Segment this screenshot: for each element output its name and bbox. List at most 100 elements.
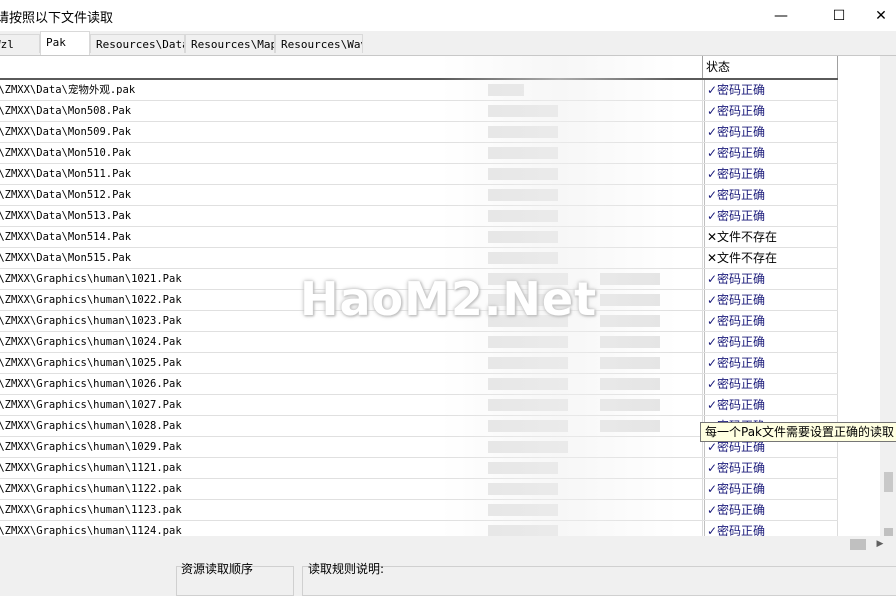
status-cell: ✓密码正确 — [704, 185, 837, 205]
redacted-cell — [488, 189, 558, 201]
file-path-cell: E\ZMXX\Data\Mon510.Pak — [0, 147, 132, 159]
status-cell: ✓密码正确 — [704, 500, 837, 520]
table-row[interactable]: E\ZMXX\Data\Mon511.Pak ✓密码正确 — [0, 164, 838, 185]
maximize-button[interactable]: ☐ — [816, 0, 862, 31]
redacted-cell — [488, 84, 500, 96]
redacted-cell — [600, 378, 660, 390]
tab-resources-data-label: Resources\Data — [96, 38, 185, 51]
file-path-cell: E\ZMXX\Data\宠物外观.pak — [0, 84, 136, 96]
redacted-cell — [488, 336, 568, 348]
redacted-cell — [488, 483, 558, 495]
rules-group-label: 读取规则说明: — [308, 562, 385, 576]
file-path-cell: E\ZMXX\Graphics\human\1027.Pak — [0, 399, 182, 411]
file-path-cell: E\ZMXX\Graphics\human\1024.Pak — [0, 336, 182, 348]
header-separator[interactable] — [837, 56, 838, 78]
file-path-cell: E\ZMXX\Graphics\human\1029.Pak — [0, 441, 182, 453]
list-header: 状态 — [0, 56, 838, 80]
status-cell: ✓密码正确 — [704, 122, 837, 142]
order-group-label: 资源读取顺序 — [181, 562, 254, 576]
status-cell: ✓密码正确 — [704, 374, 837, 394]
table-row[interactable]: E\ZMXX\Data\Mon508.Pak ✓密码正确 — [0, 101, 838, 122]
file-path-cell: E\ZMXX\Data\Mon515.Pak — [0, 252, 132, 264]
table-row[interactable]: E\ZMXX\Data\Mon514.Pak ✕文件不存在 — [0, 227, 838, 248]
status-cell: ✓密码正确 — [704, 479, 837, 499]
window-title: 请按照以下文件读取 — [0, 11, 114, 26]
redacted-cell — [488, 168, 558, 180]
hscroll-thumb[interactable] — [850, 539, 866, 550]
redacted-cell — [488, 357, 568, 369]
tab-resources-data[interactable]: Resources\Data — [90, 34, 185, 53]
file-path-cell: E\ZMXX\Graphics\human\1123.pak — [0, 504, 182, 516]
status-cell: ✕文件不存在 — [704, 248, 837, 268]
table-row[interactable]: E\ZMXX\Graphics\human\1021.Pak ✓密码正确 — [0, 269, 838, 290]
table-row[interactable]: E\ZMXX\Graphics\human\1022.Pak ✓密码正确 — [0, 290, 838, 311]
table-row[interactable]: E\ZMXX\Data\Mon515.Pak ✕文件不存在 — [0, 248, 838, 269]
horizontal-scrollbar[interactable]: ▶ — [0, 536, 896, 553]
redacted-cell — [488, 231, 558, 243]
redacted-cell — [600, 336, 660, 348]
file-path-cell: E\ZMXX\Data\Mon508.Pak — [0, 105, 132, 117]
redacted-cell — [600, 399, 660, 411]
redacted-cell — [488, 273, 568, 285]
status-cell: ✓密码正确 — [704, 332, 837, 352]
redacted-cell — [488, 441, 568, 453]
tab-strip: Wzl Pak Resources\Data Resources\Map Res… — [0, 31, 896, 55]
bottom-panel: 资源读取顺序 读取规则说明: — [0, 552, 896, 596]
redacted-cell — [488, 504, 558, 516]
table-row[interactable]: E\ZMXX\Graphics\human\1025.Pak ✓密码正确 — [0, 353, 838, 374]
status-cell: ✕文件不存在 — [704, 227, 837, 247]
table-row[interactable]: E\ZMXX\Graphics\human\1122.pak ✓密码正确 — [0, 479, 838, 500]
file-path-cell: E\ZMXX\Graphics\human\1022.Pak — [0, 294, 182, 306]
file-path-cell: E\ZMXX\Data\Mon511.Pak — [0, 168, 132, 180]
tab-wzl[interactable]: Wzl — [0, 34, 40, 53]
status-column-header[interactable]: 状态 — [703, 56, 837, 78]
table-row[interactable]: E\ZMXX\Graphics\human\1027.Pak ✓密码正确 — [0, 395, 838, 416]
status-cell: ✓密码正确 — [704, 353, 837, 373]
table-row[interactable]: E\ZMXX\Graphics\human\1026.Pak ✓密码正确 — [0, 374, 838, 395]
status-cell: ✓密码正确 — [704, 290, 837, 310]
table-row[interactable]: E\ZMXX\Graphics\human\1123.pak ✓密码正确 — [0, 500, 838, 521]
vertical-scrollbar[interactable] — [880, 56, 896, 540]
redacted-cell — [600, 273, 660, 285]
file-path-cell: E\ZMXX\Graphics\human\1025.Pak — [0, 357, 182, 369]
rules-group — [302, 566, 896, 596]
redacted-cell — [600, 315, 660, 327]
file-path-cell: E\ZMXX\Data\Mon509.Pak — [0, 126, 132, 138]
status-cell: ✓密码正确 — [704, 311, 837, 331]
table-row[interactable]: E\ZMXX\Graphics\human\1121.pak ✓密码正确 — [0, 458, 838, 479]
maximize-icon: ☐ — [832, 7, 846, 24]
pak-file-list[interactable]: 状态 E\ZMXX\Data\宠物外观.pak ✓密码正确 E\ZMXX\Data\… — [0, 55, 896, 553]
redacted-cell — [488, 378, 568, 390]
minimize-button[interactable]: — — [758, 0, 804, 31]
table-row[interactable]: E\ZMXX\Graphics\human\1023.Pak ✓密码正确 — [0, 311, 838, 332]
tab-pak-label: Pak — [46, 36, 66, 49]
redacted-cell — [488, 210, 558, 222]
file-path-cell: E\ZMXX\Data\Mon513.Pak — [0, 210, 132, 222]
tab-pak[interactable]: Pak — [40, 31, 90, 55]
tab-resources-map-label: Resources\Map — [191, 38, 275, 51]
status-cell: ✓密码正确 — [704, 458, 837, 478]
table-row[interactable]: E\ZMXX\Data\Mon512.Pak ✓密码正确 — [0, 185, 838, 206]
redacted-cell — [488, 147, 558, 159]
tab-resources-wav[interactable]: Resources\Wav — [275, 34, 363, 53]
file-path-cell: E\ZMXX\Data\Mon512.Pak — [0, 189, 132, 201]
file-path-cell: E\ZMXX\Data\Mon514.Pak — [0, 231, 132, 243]
tab-resources-map[interactable]: Resources\Map — [185, 34, 275, 53]
close-icon: ✕ — [875, 7, 887, 24]
table-row[interactable]: E\ZMXX\Graphics\human\1024.Pak ✓密码正确 — [0, 332, 838, 353]
redacted-cell — [488, 462, 558, 474]
status-cell: ✓密码正确 — [704, 164, 837, 184]
table-row[interactable]: E\ZMXX\Data\宠物外观.pak ✓密码正确 — [0, 80, 838, 101]
table-row[interactable]: E\ZMXX\Data\Mon510.Pak ✓密码正确 — [0, 143, 838, 164]
scroll-right-arrow-icon[interactable]: ▶ — [872, 536, 888, 553]
redacted-cell — [488, 126, 558, 138]
scroll-thumb[interactable] — [884, 472, 893, 492]
table-row[interactable]: E\ZMXX\Data\Mon509.Pak ✓密码正确 — [0, 122, 838, 143]
file-path-cell: E\ZMXX\Graphics\human\1026.Pak — [0, 378, 182, 390]
table-row[interactable]: E\ZMXX\Data\Mon513.Pak ✓密码正确 — [0, 206, 838, 227]
redacted-cell — [500, 84, 524, 96]
close-button[interactable]: ✕ — [858, 0, 896, 31]
tab-resources-wav-label: Resources\Wav — [281, 38, 363, 51]
status-cell: ✓密码正确 — [704, 395, 837, 415]
file-path-cell: E\ZMXX\Graphics\human\1122.pak — [0, 483, 182, 495]
